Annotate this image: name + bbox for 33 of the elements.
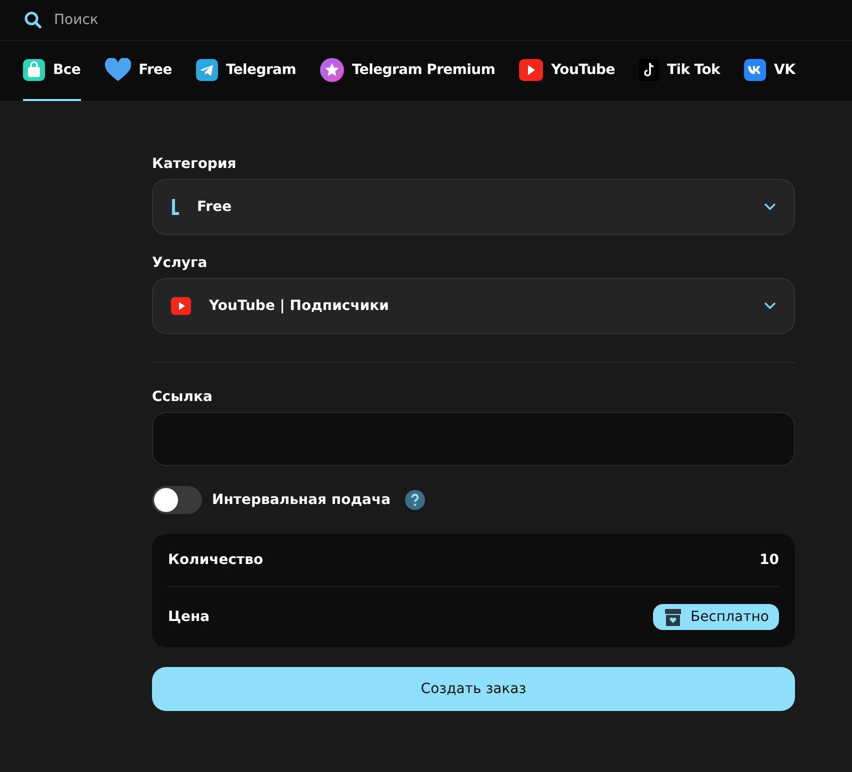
vk-icon: [744, 59, 766, 81]
bar-icon: [171, 199, 179, 215]
chevron-down-icon: [764, 302, 776, 310]
help-icon[interactable]: [404, 490, 425, 510]
field-label: Ссылка: [152, 389, 212, 405]
toggle-label: Интервальная подача: [212, 492, 391, 508]
paper-plane-icon: [196, 59, 218, 81]
category-tab[interactable]: Tik Tok: [638, 41, 720, 101]
gift-box-icon: [662, 607, 683, 627]
link-field[interactable]: [152, 412, 795, 466]
play-icon: [519, 59, 544, 81]
price-badge: Бесплатно: [652, 604, 779, 630]
service-select[interactable]: YouTube | Подписчики: [152, 278, 795, 334]
category-tab[interactable]: Free: [104, 41, 172, 101]
category-tab[interactable]: Все: [23, 41, 81, 101]
quantity-value: 10: [760, 552, 779, 568]
search-field[interactable]: Поиск: [52, 11, 356, 29]
category-select[interactable]: Free: [152, 179, 795, 235]
chevron-down-icon: [764, 203, 776, 211]
category-tab[interactable]: YouTube: [519, 41, 615, 101]
create-order-button[interactable]: Создать заказ: [152, 667, 795, 711]
play-icon: [171, 297, 191, 315]
price-label: Цена: [168, 609, 210, 625]
category-tab[interactable]: Telegram: [196, 41, 296, 101]
field-label: Категория: [152, 156, 236, 172]
category-tab[interactable]: VK: [744, 41, 796, 101]
heart-icon: [104, 58, 131, 82]
toggle-switch[interactable]: [152, 486, 202, 514]
music-note-icon: [638, 59, 659, 81]
field-label: Услуга: [152, 255, 208, 271]
category-tab[interactable]: Telegram Premium: [320, 41, 496, 101]
search-icon: [24, 11, 42, 29]
quantity-label: Количество: [168, 552, 264, 568]
